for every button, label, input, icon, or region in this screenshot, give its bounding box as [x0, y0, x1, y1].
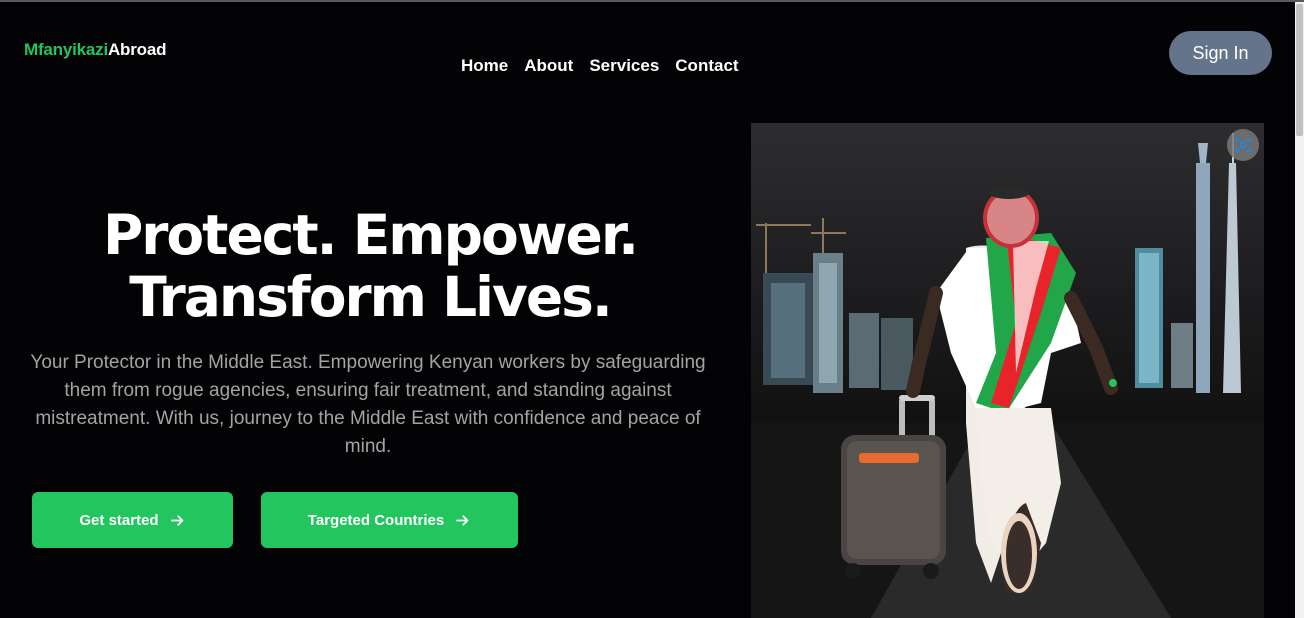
hero-title-line1: Protect. Empower.	[102, 203, 639, 267]
page-scrollbar[interactable]	[1295, 2, 1304, 618]
nav-home-link[interactable]: Home	[461, 56, 508, 76]
hero-title-line2: Transform Lives.	[129, 265, 613, 329]
sign-in-button[interactable]: Sign In	[1169, 31, 1272, 75]
main-nav: Home About Services Contact	[461, 56, 739, 76]
brand-logo-part2: Abroad	[107, 40, 167, 59]
nav-services-link[interactable]: Services	[589, 56, 659, 76]
arrow-right-icon	[456, 514, 469, 526]
targeted-countries-label: Targeted Countries	[307, 511, 445, 529]
get-started-label: Get started	[79, 511, 159, 529]
scrollbar-thumb[interactable]	[1296, 4, 1303, 136]
hero-subtitle: Your Protector in the Middle East. Empow…	[30, 352, 706, 457]
get-started-button[interactable]: Get started	[32, 492, 233, 548]
arrow-right-icon	[170, 514, 183, 526]
nav-about-link[interactable]: About	[524, 56, 573, 76]
brand-logo[interactable]: MfanyikaziAbroad	[24, 40, 166, 60]
nav-contact-link[interactable]: Contact	[675, 56, 738, 76]
visual-search-icon[interactable]	[1227, 129, 1259, 161]
hero-illustration	[751, 133, 1264, 618]
brand-logo-part1: Mfanyikazi	[24, 40, 108, 59]
hero-title: Protect. Empower. Transform Lives.	[40, 204, 700, 328]
hero-image	[751, 123, 1264, 618]
window-top-border	[0, 0, 1304, 2]
targeted-countries-button[interactable]: Targeted Countries	[261, 492, 518, 548]
